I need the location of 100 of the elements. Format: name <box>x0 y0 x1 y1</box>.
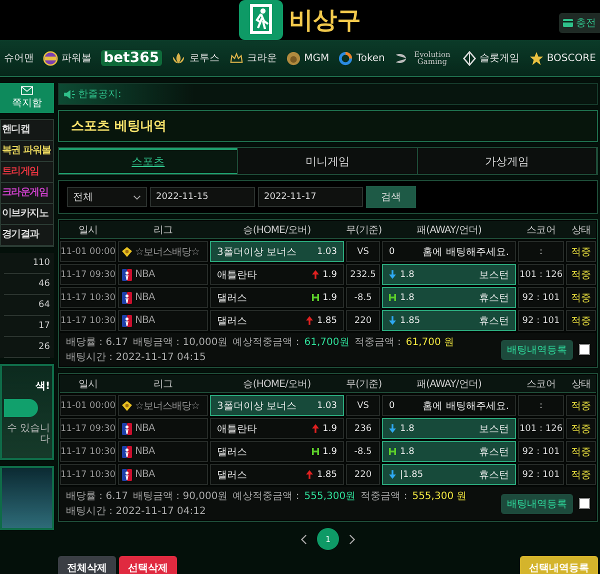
down-arrow-icon <box>389 316 396 325</box>
status-cell: 적중 <box>566 395 596 416</box>
status-cell: 적중 <box>566 241 596 262</box>
away-pick-cell[interactable]: |1.85 휴스턴 <box>382 464 516 485</box>
status-cell: 적중 <box>566 418 596 439</box>
sidebar-menu-item[interactable]: 복권 파워볼 <box>2 145 51 156</box>
draw-cell: VS <box>346 395 380 416</box>
nav-link[interactable]: 로투스 <box>189 51 220 65</box>
away-pick-cell[interactable]: 1.8 보스턴 <box>382 264 516 285</box>
away-pick-cell[interactable]: 0 홈에 배팅해주세요. <box>382 395 516 416</box>
nav-link[interactable]: 파워볼 <box>61 51 92 65</box>
basketball-league-icon <box>122 468 132 480</box>
sidebar-menu-item[interactable]: 트리게임 <box>2 166 39 177</box>
up-arrow-icon <box>312 270 319 279</box>
register-bet-button[interactable]: 배팅내역등록 <box>501 494 573 514</box>
stake-summary: 배팅금액 : 90,000원 <box>133 490 228 503</box>
date-cell: 11-17 10:30 <box>60 287 116 308</box>
tab[interactable]: 가상게임 <box>418 148 597 174</box>
start-date-field[interactable]: 2022-11-15 <box>150 187 255 207</box>
odds-summary: 배당률 : 6.17 <box>66 336 128 349</box>
bet-time: 배팅시간 : 2022-11-17 04:12 <box>66 505 206 518</box>
status-cell: 적중 <box>566 310 596 331</box>
end-date-field[interactable]: 2022-11-17 <box>258 187 363 207</box>
select-checkbox[interactable] <box>579 344 590 355</box>
sidebar-menu-item[interactable]: 경기결과 <box>2 229 39 240</box>
home-pick-cell[interactable]: 댈러스 1.9 <box>210 441 344 462</box>
column-header: 리그 <box>152 224 174 236</box>
date-cell: 11-01 00:00 <box>60 241 116 262</box>
tab[interactable]: 스포츠 <box>59 148 238 174</box>
away-pick-cell[interactable]: 1.8 휴스턴 <box>382 287 516 308</box>
away-pick-cell[interactable]: 1.8 휴스턴 <box>382 441 516 462</box>
sidebar-menu-item[interactable]: 이브카지노 <box>2 208 48 219</box>
banner-pill[interactable] <box>4 399 38 417</box>
status-cell: 적중 <box>566 287 596 308</box>
charge-button[interactable]: 충전 <box>559 13 600 33</box>
delete-all-button[interactable]: 전체삭제 <box>58 556 116 574</box>
league-cell: ☆보너스배당☆ <box>118 241 208 262</box>
category-select[interactable]: 전체 <box>67 187 147 207</box>
message-box-button[interactable]: 쪽지함 <box>0 83 54 113</box>
away-pick-cell[interactable]: 0 홈에 배팅해주세요. <box>382 241 516 262</box>
column-header: 스코어 <box>526 378 556 390</box>
score-cell: 101 : 126 <box>518 264 564 285</box>
home-pick-cell[interactable]: 3폴더이상 보너스 1.03 <box>210 395 344 416</box>
away-pick-cell[interactable]: 1.85 휴스턴 <box>382 310 516 331</box>
score-cell: 92 : 101 <box>518 441 564 462</box>
nav-link[interactable]: 슬롯게임 <box>480 51 520 65</box>
home-pick-cell[interactable]: 애틀란타 1.9 <box>210 418 344 439</box>
column-header: 스코어 <box>526 224 556 236</box>
nav-link[interactable]: MGM <box>304 52 330 64</box>
star-icon[interactable] <box>528 50 544 66</box>
home-pick-cell[interactable]: 댈러스 1.9 <box>210 287 344 308</box>
nav-link[interactable]: BOSCORE <box>546 52 596 64</box>
select-checkbox[interactable] <box>579 498 590 509</box>
league-cell: ☆보너스배당☆ <box>118 395 208 416</box>
league-cell: NBA <box>118 264 208 285</box>
home-pick-cell[interactable]: 3폴더이상 보너스 1.03 <box>210 241 344 262</box>
expected-payout-value: 61,700원 <box>304 336 350 349</box>
tab[interactable]: 미니게임 <box>238 148 418 174</box>
column-header: 승(HOME/오버) <box>242 378 312 390</box>
diamond-icon[interactable] <box>462 50 477 66</box>
status-cell: 적중 <box>566 441 596 462</box>
badge-icon <box>122 400 132 412</box>
badge-icon <box>122 246 132 258</box>
score-cell: : <box>518 395 564 416</box>
up-arrow-icon <box>306 316 313 325</box>
crown-icon[interactable] <box>228 50 244 66</box>
sidebar-menu-item[interactable]: 핸디캡 <box>2 124 30 135</box>
lion-head-icon[interactable] <box>286 50 302 66</box>
down-arrow-icon <box>389 424 396 433</box>
away-pick-cell[interactable]: 1.8 보스턴 <box>382 418 516 439</box>
page-button[interactable]: 1 <box>317 528 339 550</box>
draw-cell: 220 <box>346 464 380 485</box>
home-pick-cell[interactable]: 댈러스 1.85 <box>210 464 344 485</box>
exit-sign-logo-icon[interactable] <box>239 0 283 40</box>
draw-cell: 232.5 <box>346 264 380 285</box>
date-cell: 11-17 09:30 <box>60 264 116 285</box>
count-value: 17 <box>4 316 50 337</box>
search-button[interactable]: 검색 <box>366 186 416 208</box>
next-page-icon[interactable] <box>349 534 356 544</box>
score-cell: 92 : 101 <box>518 310 564 331</box>
sidebar-menu-item[interactable]: 크라운게임 <box>2 187 48 198</box>
score-cell: : <box>518 241 564 262</box>
previous-page-icon[interactable] <box>300 534 307 544</box>
nav-link[interactable]: Token <box>356 52 385 64</box>
league-cell: NBA <box>118 287 208 308</box>
register-bet-button[interactable]: 배팅내역등록 <box>501 340 573 360</box>
speaker-icon <box>64 90 75 98</box>
lotus-icon[interactable] <box>171 50 186 66</box>
win-amount-value: 61,700 원 <box>406 336 454 349</box>
league-cell: NBA <box>118 418 208 439</box>
handicap-icon <box>389 293 396 302</box>
nav-link[interactable]: 슈어맨 <box>4 51 34 65</box>
nav-logo-link[interactable]: bet365 <box>100 50 162 66</box>
ring-icon[interactable] <box>338 50 354 66</box>
delete-selected-button[interactable]: 선택삭제 <box>119 556 177 574</box>
home-pick-cell[interactable]: 애틀란타 1.9 <box>210 264 344 285</box>
nav-link[interactable]: 크라운 <box>246 51 277 65</box>
home-pick-cell[interactable]: 댈러스 1.85 <box>210 310 344 331</box>
ball-icon[interactable] <box>43 50 58 66</box>
league-cell: NBA <box>118 464 208 485</box>
